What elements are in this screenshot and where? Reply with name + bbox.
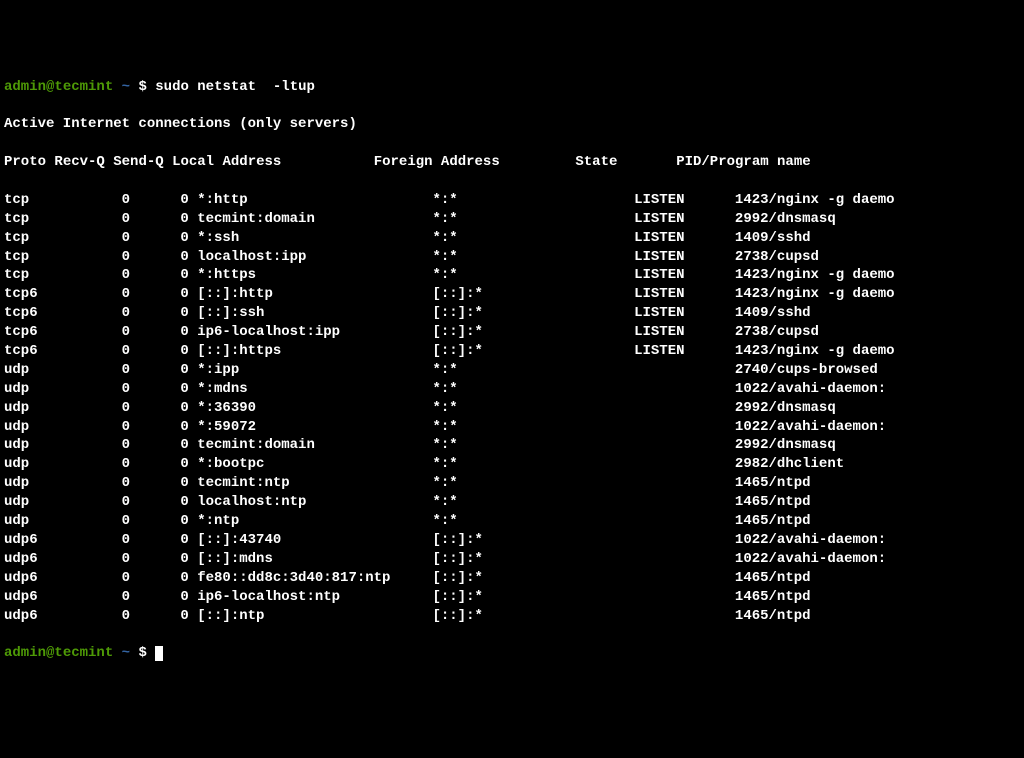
table-row: udp 0 0 *:bootpc *:* 2982/dhclient	[4, 455, 1020, 474]
prompt-host: tecmint	[54, 645, 113, 661]
table-row: tcp 0 0 *:https *:* LISTEN 1423/nginx -g…	[4, 266, 1020, 285]
prompt-user: admin	[4, 79, 46, 95]
prompt-line-1: admin@tecmint ~ $ sudo netstat -ltup	[4, 78, 1020, 97]
prompt-dollar: $	[138, 79, 146, 95]
prompt-line-2[interactable]: admin@tecmint ~ $	[4, 644, 1020, 663]
table-row: udp 0 0 *:ipp *:* 2740/cups-browsed	[4, 361, 1020, 380]
table-row: udp6 0 0 [::]:ntp [::]:* 1465/ntpd	[4, 607, 1020, 626]
table-row: tcp6 0 0 ip6-localhost:ipp [::]:* LISTEN…	[4, 323, 1020, 342]
output-rows: tcp 0 0 *:http *:* LISTEN 1423/nginx -g …	[4, 191, 1020, 625]
prompt-tilde: ~	[122, 79, 130, 95]
table-row: udp6 0 0 [::]:43740 [::]:* 1022/avahi-da…	[4, 531, 1020, 550]
col-sendq: Send-Q	[113, 154, 163, 170]
table-row: tcp6 0 0 [::]:http [::]:* LISTEN 1423/ng…	[4, 285, 1020, 304]
table-row: udp 0 0 *:59072 *:* 1022/avahi-daemon:	[4, 418, 1020, 437]
prompt-user: admin	[4, 645, 46, 661]
table-row: tcp 0 0 localhost:ipp *:* LISTEN 2738/cu…	[4, 248, 1020, 267]
table-row: udp 0 0 *:ntp *:* 1465/ntpd	[4, 512, 1020, 531]
table-row: tcp6 0 0 [::]:ssh [::]:* LISTEN 1409/ssh…	[4, 304, 1020, 323]
table-row: udp6 0 0 fe80::dd8c:3d40:817:ntp [::]:* …	[4, 569, 1020, 588]
table-row: udp6 0 0 ip6-localhost:ntp [::]:* 1465/n…	[4, 588, 1020, 607]
prompt-tilde: ~	[122, 645, 130, 661]
table-row: tcp 0 0 tecmint:domain *:* LISTEN 2992/d…	[4, 210, 1020, 229]
col-pid: PID/Program name	[676, 154, 810, 170]
table-row: udp 0 0 tecmint:ntp *:* 1465/ntpd	[4, 474, 1020, 493]
table-row: udp6 0 0 [::]:mdns [::]:* 1022/avahi-dae…	[4, 550, 1020, 569]
prompt-host: tecmint	[54, 79, 113, 95]
col-local: Local Address	[172, 154, 281, 170]
table-row: udp 0 0 *:mdns *:* 1022/avahi-daemon:	[4, 380, 1020, 399]
col-proto: Proto	[4, 154, 46, 170]
col-state: State	[575, 154, 617, 170]
command-text: sudo netstat -ltup	[155, 79, 315, 95]
column-headers: Proto Recv-Q Send-Q Local Address Foreig…	[4, 153, 1020, 172]
output-header: Active Internet connections (only server…	[4, 115, 1020, 134]
col-recvq: Recv-Q	[54, 154, 104, 170]
cursor	[155, 646, 163, 661]
table-row: tcp6 0 0 [::]:https [::]:* LISTEN 1423/n…	[4, 342, 1020, 361]
prompt-at: @	[46, 645, 54, 661]
table-row: tcp 0 0 *:ssh *:* LISTEN 1409/sshd	[4, 229, 1020, 248]
prompt-dollar: $	[138, 645, 146, 661]
table-row: tcp 0 0 *:http *:* LISTEN 1423/nginx -g …	[4, 191, 1020, 210]
table-row: udp 0 0 localhost:ntp *:* 1465/ntpd	[4, 493, 1020, 512]
table-row: udp 0 0 *:36390 *:* 2992/dnsmasq	[4, 399, 1020, 418]
col-foreign: Foreign Address	[374, 154, 500, 170]
table-row: udp 0 0 tecmint:domain *:* 2992/dnsmasq	[4, 436, 1020, 455]
